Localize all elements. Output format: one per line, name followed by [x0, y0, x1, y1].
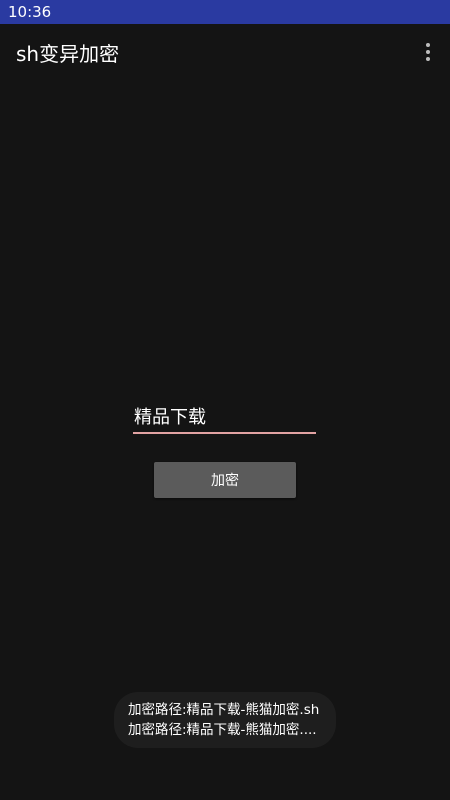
filename-input[interactable] — [133, 400, 316, 432]
status-bar: 10:36 — [0, 0, 450, 24]
more-vert-icon[interactable] — [416, 34, 440, 70]
toast-line-1: 加密路径:精品下载-熊猫加密.sh — [128, 702, 320, 718]
encrypt-button[interactable]: 加密 — [154, 462, 296, 498]
toast-message: 加密路径:精品下载-熊猫加密.sh 加密路径:精品下载-熊猫加密.... — [114, 692, 336, 748]
input-underline — [133, 432, 316, 434]
toast-line-2: 加密路径:精品下载-熊猫加密.... — [128, 722, 317, 738]
filename-field-container — [133, 400, 316, 434]
app-title: sh变异加密 — [16, 41, 120, 66]
status-time: 10:36 — [8, 3, 52, 21]
app-bar: sh变异加密 — [0, 24, 450, 80]
